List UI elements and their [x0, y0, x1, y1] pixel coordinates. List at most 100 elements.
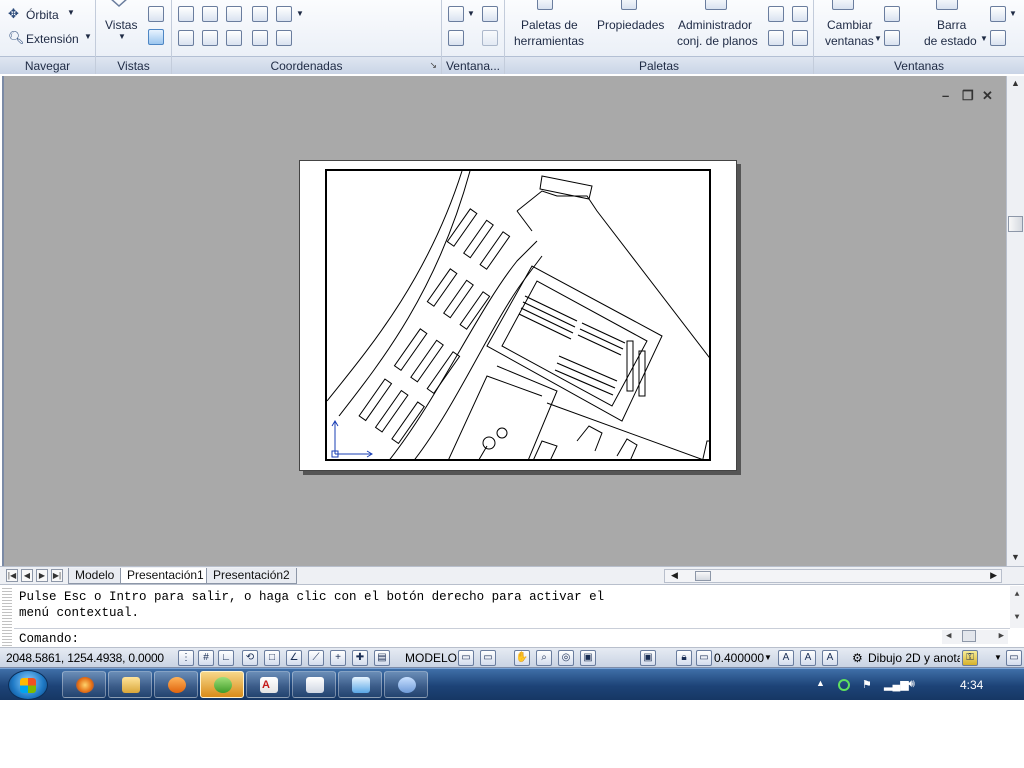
extension-dropdown-icon[interactable]: ▼ [84, 32, 92, 41]
markup-icon[interactable] [768, 30, 784, 46]
restore-drawing-icon[interactable]: ❐ [962, 88, 974, 104]
scroll-up-icon[interactable]: ▲ [1011, 78, 1020, 88]
ortho-mode-icon[interactable]: ∟ [218, 650, 234, 666]
volume-icon[interactable]: 🔊︎ [908, 678, 915, 691]
tool-palettes-button-line2[interactable]: herramientas [514, 34, 584, 48]
first-tab-icon[interactable]: |◀ [6, 569, 18, 582]
ucs-world-icon[interactable] [202, 6, 218, 22]
dynamic-ucs-icon[interactable]: ⟋ [308, 650, 324, 666]
viewport-scale-value[interactable]: 0.400000 [714, 651, 764, 665]
viewport-join-icon[interactable] [448, 30, 464, 46]
named-views-icon[interactable] [148, 6, 164, 22]
next-tab-icon[interactable]: ▶ [36, 569, 48, 582]
maximize-viewport-icon[interactable]: ▣ [640, 650, 656, 666]
ucs-named-icon[interactable] [276, 6, 292, 22]
tray-expand-icon[interactable]: ▲ [816, 678, 825, 688]
toolbar-lock-dropdown-icon[interactable]: ▼ [1009, 9, 1017, 18]
viewport-scale-icon[interactable]: ▭ [696, 650, 712, 666]
coordenadas-launcher-icon[interactable]: ↘ [429, 60, 437, 71]
views-dropdown-icon[interactable]: ▼ [118, 32, 126, 41]
command-scroll-left-icon[interactable]: ◀ [946, 631, 951, 641]
tool-palettes-button[interactable]: Paletas de [521, 18, 578, 32]
status-bar-button-line2[interactable]: de estado [924, 34, 977, 48]
orbit-button[interactable]: Órbita [26, 8, 59, 22]
tab-modelo[interactable]: Modelo [68, 568, 122, 584]
taskbar-app[interactable] [292, 671, 336, 698]
prev-tab-icon[interactable]: ◀ [21, 569, 33, 582]
cascade-icon[interactable] [884, 30, 900, 46]
orbit-dropdown-icon[interactable]: ▼ [67, 8, 75, 17]
properties-button[interactable]: Propiedades [597, 18, 664, 32]
object-snap-tracking-icon[interactable]: ∠ [286, 650, 302, 666]
command-grip[interactable] [2, 588, 12, 646]
network-icon[interactable]: ▂▄▆ [884, 678, 909, 691]
taskbar-app3[interactable] [384, 671, 428, 698]
scroll-down-icon[interactable]: ▼ [1011, 552, 1020, 562]
scale-dropdown-icon[interactable]: ▼ [764, 653, 772, 662]
statusbar-menu-icon[interactable]: ▼ [994, 653, 1002, 662]
viewport-single-icon[interactable] [482, 6, 498, 22]
vertical-scrollbar[interactable]: ▲ ▼ [1006, 76, 1024, 566]
viewport-config-icon[interactable] [448, 6, 464, 22]
grid-display-icon[interactable]: # [198, 650, 214, 666]
ucs-object-icon[interactable] [226, 30, 242, 46]
command-scroll-down-icon[interactable]: ▼ [1010, 613, 1024, 622]
close-drawing-icon[interactable]: ✕ [982, 88, 993, 104]
auto-scale-icon[interactable]: A [800, 650, 816, 666]
drawing-area[interactable]: – ❐ ✕ [2, 76, 1006, 566]
scroll-right-icon[interactable]: ▶ [990, 570, 997, 581]
vertical-scroll-thumb[interactable] [1008, 216, 1023, 232]
taskbar-explorer[interactable] [108, 671, 152, 698]
showmotion-icon[interactable]: ▣ [580, 650, 596, 666]
object-snap-icon[interactable]: □ [264, 650, 280, 666]
quick-properties-icon[interactable]: ▤ [374, 650, 390, 666]
snap-mode-icon[interactable]: ⋮ [178, 650, 194, 666]
command-scroll-up-icon[interactable]: ▲ [1010, 590, 1024, 599]
ucs-y-icon[interactable] [202, 30, 218, 46]
switch-windows-button[interactable]: Cambiar [827, 18, 872, 32]
horizontal-scrollbar[interactable]: ◀ ▶ [664, 569, 1002, 583]
command-scrollbar[interactable]: ▲ ▼ [1010, 586, 1024, 628]
lineweight-icon[interactable]: ✚ [352, 650, 368, 666]
taskbar-app2[interactable] [338, 671, 382, 698]
tab-presentacion2[interactable]: Presentación2 [206, 568, 297, 584]
views-button[interactable]: Vistas [105, 18, 137, 32]
taskbar-clock[interactable]: 4:34 [960, 678, 983, 692]
cursor-coordinates[interactable]: 2048.5861, 1254.4938, 0.0000 [6, 651, 164, 665]
steering-wheel-icon[interactable]: ◎ [558, 650, 574, 666]
horizontal-scroll-thumb[interactable] [695, 571, 711, 581]
sheet-set-button[interactable]: Administrador [678, 18, 752, 32]
action-center-flag-icon[interactable]: ⚑ [862, 678, 872, 691]
switch-windows-button-line2[interactable]: ventanas [825, 34, 874, 48]
sheet-set-button-line2[interactable]: conj. de planos [677, 34, 758, 48]
ucs-dropdown-icon[interactable]: ▼ [296, 9, 304, 18]
ucs-previous-icon[interactable] [226, 6, 242, 22]
ucs-z-icon[interactable] [252, 6, 268, 22]
command-hscroll-thumb[interactable] [962, 630, 976, 642]
quick-view-layouts-icon[interactable]: ▭ [458, 650, 474, 666]
model-paper-toggle[interactable]: MODELO [405, 651, 457, 665]
taskbar-firefox[interactable] [62, 671, 106, 698]
ucs-x-icon[interactable] [178, 30, 194, 46]
clean-screen-icon[interactable]: ▭ [1006, 650, 1022, 666]
taskbar-autocad[interactable]: A [246, 671, 290, 698]
taskbar-messenger[interactable] [200, 671, 244, 698]
annotation-scale-icon[interactable]: A [822, 650, 838, 666]
workspace-gear-icon[interactable]: ⚙ [852, 651, 863, 665]
tab-presentacion1[interactable]: Presentación1 [120, 568, 211, 584]
zoom-icon[interactable]: ⌕ [536, 650, 552, 666]
ucs-icon[interactable] [178, 6, 194, 22]
ucs-3point-icon[interactable] [252, 30, 268, 46]
extension-button[interactable]: Extensión [26, 32, 79, 46]
lock-icon[interactable]: 🔒︎ [676, 650, 692, 666]
tray-app-icon[interactable] [838, 679, 850, 691]
annotation-visibility-icon[interactable]: A [778, 650, 794, 666]
status-bar-button[interactable]: Barra [937, 18, 966, 32]
text-window-icon[interactable] [990, 30, 1006, 46]
command-prompt[interactable]: Comando: [19, 632, 79, 646]
workspace-switcher[interactable]: Dibujo 2D y anotaci [868, 651, 960, 665]
toolbar-lock-status-icon[interactable]: ⚿ [962, 650, 978, 666]
status-bar-dropdown-icon[interactable]: ▼ [980, 34, 988, 43]
dynamic-input-icon[interactable]: + [330, 650, 346, 666]
polar-tracking-icon[interactable]: ⟲ [242, 650, 258, 666]
